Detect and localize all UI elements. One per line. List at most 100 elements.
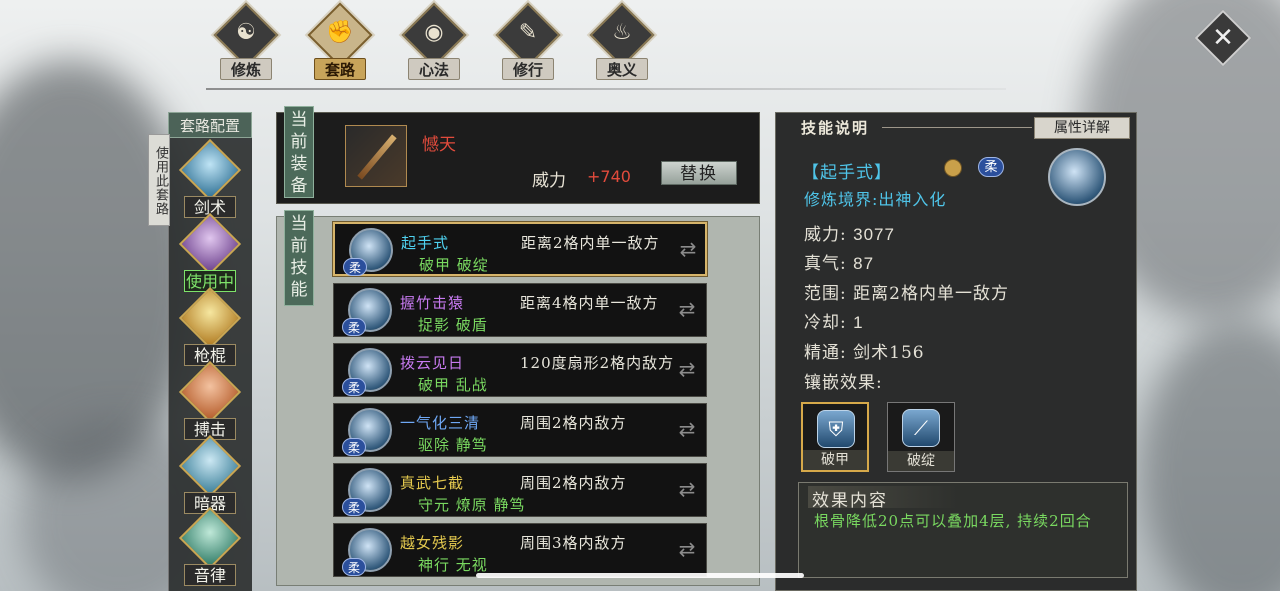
- stat-mastery: 精通: 剑术156: [804, 338, 925, 363]
- close-icon: ✕: [1212, 23, 1234, 53]
- tab-mystery[interactable]: ♨ 奥义: [582, 2, 662, 82]
- compass-icon: [944, 159, 962, 177]
- routine-config-title: 套路配置: [168, 112, 252, 138]
- swap-icon[interactable]: ⇄: [674, 296, 700, 322]
- fist-icon: [178, 360, 242, 424]
- stat-value: 3077: [853, 225, 895, 244]
- tab-label: 修炼: [220, 58, 272, 80]
- tab-routines[interactable]: ✊ 套路: [300, 2, 380, 82]
- use-this-set-button[interactable]: 使用此套路: [148, 134, 170, 226]
- flame-icon: ♨: [612, 20, 632, 45]
- blade-icon: ⟋: [902, 409, 940, 447]
- effect-title: 效果内容: [812, 491, 888, 511]
- soft-badge: 柔: [343, 258, 367, 276]
- swap-icon[interactable]: ⇄: [674, 356, 700, 382]
- skill-row[interactable]: 柔 越女残影 周围3格内敌方 神行 无视 ⇄: [333, 523, 707, 577]
- background-mist: [1140, 320, 1280, 591]
- swirl-icon: ◉: [424, 20, 444, 45]
- skill-detail-title: 技能说明: [801, 119, 870, 137]
- soft-badge: 柔: [342, 558, 366, 576]
- swap-icon[interactable]: ⇄: [675, 236, 701, 262]
- skill-range: 距离2格内单一敌方: [521, 234, 660, 252]
- skill-name: 越女残影: [400, 534, 465, 552]
- cultivation-realm: 修炼境界:出神入化: [804, 190, 947, 209]
- stat-value: 距离2格内单一敌方: [853, 284, 1009, 304]
- swap-icon[interactable]: ⇄: [674, 536, 700, 562]
- scroll-icon: ✎: [518, 20, 538, 45]
- skill-row[interactable]: 柔 拨云见日 120度扇形2格内敌方 破甲 乱战 ⇄: [333, 343, 707, 397]
- inlay-armor-break[interactable]: ⛨ 破甲: [801, 402, 869, 472]
- swap-icon[interactable]: ⇄: [674, 416, 700, 442]
- tab-label: 修行: [502, 58, 554, 80]
- skill-row[interactable]: 柔 真武七截 周围2格内敌方 守元 燎原 静笃 ⇄: [333, 463, 707, 517]
- weapon-music[interactable]: 音律: [176, 506, 242, 586]
- weapon-fist[interactable]: 搏击: [176, 360, 242, 440]
- sword-icon: [178, 138, 242, 202]
- stat-label: 精通:: [804, 343, 847, 363]
- weapon-staff-in-use[interactable]: 使用中: [176, 212, 242, 292]
- title-divider: [882, 127, 1032, 128]
- stat-value: 剑术156: [853, 343, 925, 363]
- soft-badge: 柔: [342, 318, 366, 336]
- tab-label: 心法: [408, 58, 460, 80]
- skill-name: 拨云见日: [400, 354, 465, 372]
- skill-row[interactable]: 柔 一气化三清 周围2格内敌方 驱除 静笃 ⇄: [333, 403, 707, 457]
- skill-tags: 破甲 破绽: [419, 256, 489, 274]
- weapon-label: 音律: [184, 564, 236, 586]
- skill-row[interactable]: 柔 握竹击猿 距离4格内单一敌方 捉影 破盾 ⇄: [333, 283, 707, 337]
- staff-icon: [178, 212, 242, 276]
- skill-tags: 守元 燎原 静笃: [418, 496, 526, 514]
- tab-practice[interactable]: ✎ 修行: [488, 2, 568, 82]
- skill-row[interactable]: 柔 起手式 距离2格内单一敌方 破甲 破绽 ⇄: [333, 222, 707, 276]
- home-indicator[interactable]: [476, 573, 804, 578]
- skill-tags: 驱除 静笃: [418, 436, 488, 454]
- stat-qi: 真气: 87: [804, 249, 874, 274]
- inlay-effects-label: 镶嵌效果:: [804, 373, 883, 393]
- power-label: 威力: [532, 171, 566, 191]
- blade-icon: [357, 134, 397, 180]
- fist-icon: ✊: [326, 20, 354, 45]
- yin-yang-icon: ☯: [236, 20, 256, 45]
- weapon-hidden[interactable]: 暗器: [176, 434, 242, 514]
- inlay-flaw[interactable]: ⟋ 破绽: [887, 402, 955, 472]
- stat-cooldown: 冷却: 1: [804, 308, 864, 333]
- tab-cultivate[interactable]: ☯ 修炼: [206, 2, 286, 82]
- inlay-label: 破甲: [803, 450, 867, 470]
- power-value: +740: [587, 167, 631, 186]
- attribute-detail-button[interactable]: 属性详解: [1034, 117, 1130, 139]
- skill-tags: 捉影 破盾: [418, 316, 488, 334]
- weapon-sword[interactable]: 剑术: [176, 138, 242, 218]
- skill-name: 起手式: [401, 234, 450, 252]
- stat-label: 范围:: [804, 284, 847, 304]
- skill-large-icon: [1048, 148, 1106, 206]
- skill-range: 距离4格内单一敌方: [520, 294, 659, 312]
- current-skills-tag: 当前技能: [284, 210, 314, 306]
- tab-label: 奥义: [596, 58, 648, 80]
- stat-value: 87: [853, 254, 875, 273]
- stat-power: 威力: 3077: [804, 220, 895, 245]
- nav-divider: [206, 88, 1006, 90]
- skill-range: 周围3格内敌方: [520, 534, 627, 552]
- stat-label: 威力:: [804, 225, 847, 245]
- weapon-spear[interactable]: 枪棍: [176, 286, 242, 366]
- skill-range: 120度扇形2格内敌方: [520, 354, 675, 372]
- effect-text: 根骨降低20点可以叠加4层, 持续2回合: [814, 512, 1092, 530]
- music-icon: [178, 506, 242, 570]
- current-equipment-tag: 当前装备: [284, 106, 314, 198]
- skill-name: 真武七截: [400, 474, 465, 492]
- weapon-thumbnail[interactable]: [345, 125, 407, 187]
- inlay-label: 破绽: [888, 451, 954, 471]
- soft-badge: 柔: [342, 378, 366, 396]
- shield-icon: ⛨: [817, 410, 855, 448]
- swap-icon[interactable]: ⇄: [674, 476, 700, 502]
- tab-mind-method[interactable]: ◉ 心法: [394, 2, 474, 82]
- soft-badge: 柔: [342, 498, 366, 516]
- stat-label: 真气:: [804, 254, 847, 274]
- top-nav: ☯ 修炼 ✊ 套路 ◉ 心法 ✎ 修行 ♨ 奥义: [206, 2, 662, 82]
- skill-name: 一气化三清: [400, 414, 481, 432]
- weapon-name: 憾天: [422, 135, 456, 155]
- replace-button[interactable]: 替换: [661, 161, 737, 185]
- stat-range: 范围: 距离2格内单一敌方: [804, 279, 1009, 304]
- skill-tags: 神行 无视: [418, 556, 488, 574]
- tab-label: 套路: [314, 58, 366, 80]
